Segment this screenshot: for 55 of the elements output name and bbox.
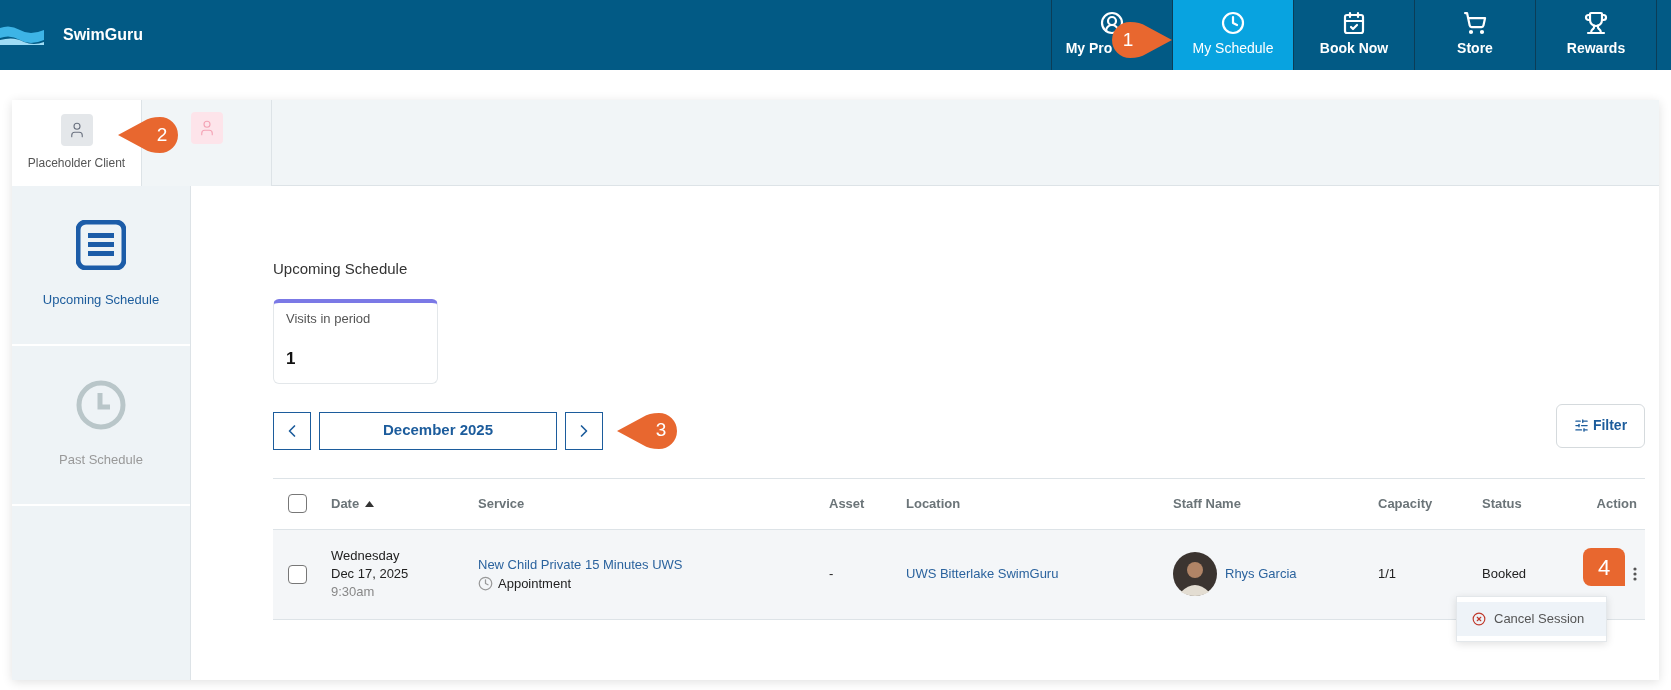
location-link[interactable]: UWS Bitterlake SwimGuru — [906, 564, 1173, 584]
staff-link[interactable]: Rhys Garcia — [1225, 564, 1297, 584]
table-cell-text: 1/1 — [1378, 565, 1398, 584]
client-tab[interactable] — [142, 100, 272, 186]
list-icon — [76, 220, 126, 271]
clock-icon — [478, 576, 493, 591]
date-text: Dec 17, 2025 — [331, 565, 410, 583]
column-header: Asset — [829, 494, 866, 513]
section-title: Upcoming Schedule — [273, 259, 409, 279]
select-all-checkbox[interactable] — [288, 494, 307, 513]
nav-tab[interactable]: Book Now — [1294, 0, 1415, 70]
column-header[interactable]: Date — [331, 493, 478, 514]
more-icon — [1633, 567, 1637, 581]
avatar-icon — [60, 114, 93, 146]
more-button[interactable] — [1633, 567, 1637, 581]
filter-button[interactable]: Filter — [1556, 403, 1645, 448]
brand-name: SwimGuru — [63, 25, 143, 45]
sidebar-item[interactable]: Upcoming Schedule — [12, 186, 190, 346]
menu-item[interactable]: Cancel Session — [1457, 602, 1606, 636]
user-icon — [1100, 11, 1124, 35]
column-header: Service — [478, 494, 526, 513]
logo-icon — [0, 24, 44, 46]
callout-marker: 3 — [615, 412, 679, 449]
column-header: Action — [1595, 494, 1638, 513]
month-button[interactable]: December 2025 — [319, 411, 557, 450]
table-cell-text: - — [829, 565, 835, 584]
service-type: Appointment — [498, 575, 571, 593]
previous-button[interactable] — [273, 411, 311, 450]
sort-arrow-icon — [365, 500, 375, 507]
column-header: Location — [906, 494, 962, 513]
status-text: Booked — [1482, 565, 1528, 584]
stat-value: 1 — [286, 348, 297, 370]
row-checkbox[interactable] — [288, 564, 307, 584]
calendar-icon — [1342, 11, 1366, 35]
service-link[interactable]: New Child Private 15 Minutes UWS — [478, 555, 829, 574]
time-text: 9:30am — [331, 583, 376, 601]
cancel-icon — [1472, 612, 1486, 626]
nav-tab[interactable]: Store — [1415, 0, 1536, 70]
callout-marker: 4 — [1583, 548, 1625, 586]
date-weekday: Wednesday — [331, 547, 401, 565]
column-header: Status — [1482, 494, 1523, 513]
trophy-icon — [1584, 11, 1608, 35]
callout-marker: 2 — [116, 117, 180, 153]
sliders-icon — [1573, 418, 1589, 433]
nav-tab[interactable]: Rewards — [1536, 0, 1657, 70]
client-tab[interactable]: Placeholder Client — [12, 100, 142, 186]
cart-icon — [1463, 11, 1487, 35]
clock-icon — [1221, 11, 1245, 35]
column-header: Capacity — [1378, 494, 1434, 513]
avatar-icon — [190, 112, 223, 144]
column-header: Staff Name — [1173, 494, 1242, 513]
stat-label: Visits in period — [286, 309, 372, 328]
avatar-icon — [1173, 552, 1217, 596]
next-button[interactable] — [565, 411, 603, 450]
clock-icon — [76, 380, 126, 431]
